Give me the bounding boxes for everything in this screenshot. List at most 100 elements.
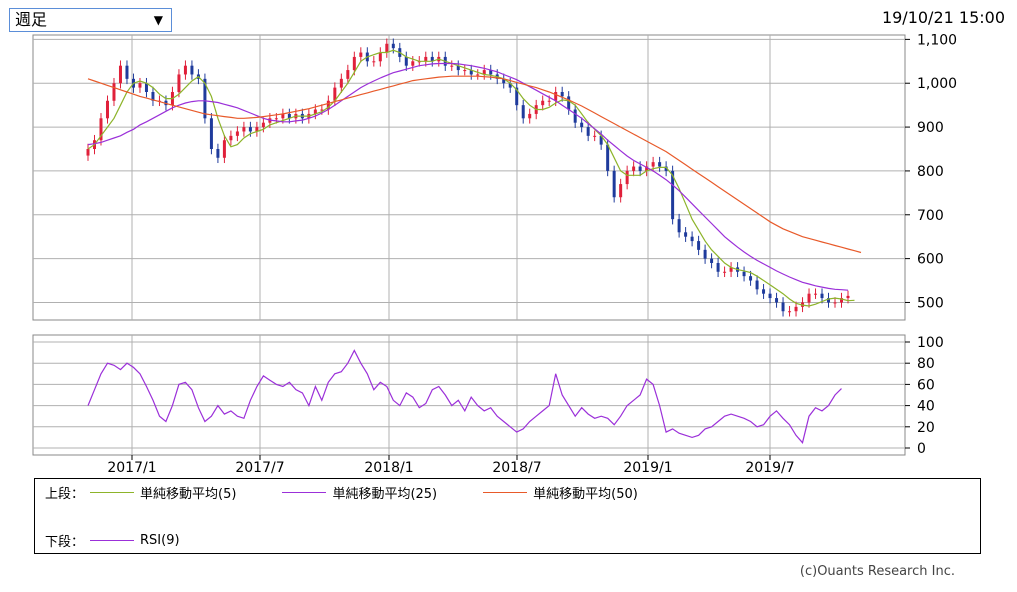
candle-body bbox=[352, 56, 356, 71]
candle-body bbox=[391, 43, 395, 49]
price-tick-label: 1,100 bbox=[917, 32, 957, 48]
legend-label-sma25: 単純移動平均(25) bbox=[332, 487, 438, 502]
price-panel-frame bbox=[32, 34, 906, 321]
candle-body bbox=[554, 92, 558, 101]
candle-body bbox=[248, 127, 252, 132]
candle-body bbox=[807, 293, 811, 303]
price-tick-label: 500 bbox=[917, 295, 944, 311]
candle-body bbox=[788, 311, 792, 313]
candle-body bbox=[177, 74, 181, 92]
candle-body bbox=[242, 127, 246, 132]
candle-body bbox=[573, 109, 577, 123]
candle-body bbox=[619, 184, 623, 198]
candle-body bbox=[385, 43, 389, 53]
candle-body bbox=[183, 65, 187, 75]
candle-body bbox=[567, 96, 571, 110]
x-tick-label: 2018/7 bbox=[492, 460, 541, 476]
candle-body bbox=[476, 74, 480, 76]
candle-body bbox=[112, 83, 116, 101]
candle-body bbox=[138, 83, 142, 88]
legend-item-sma50: 単純移動平均(50) bbox=[477, 483, 638, 502]
candle-body bbox=[339, 78, 343, 88]
candle-body bbox=[697, 241, 701, 250]
candle-body bbox=[846, 295, 850, 299]
candle-body bbox=[560, 92, 564, 97]
candle-body bbox=[541, 100, 545, 106]
candle-body bbox=[690, 236, 694, 242]
x-axis: 2017/1 2017/7 2018/1 2018/7 2019/1 2019/7 bbox=[107, 455, 795, 476]
rsi-tick-label: 20 bbox=[917, 420, 935, 436]
candle-body bbox=[586, 127, 590, 136]
candle-body bbox=[833, 302, 837, 304]
rsi-tick-label: 100 bbox=[917, 335, 944, 351]
rsi-tick-label: 60 bbox=[917, 377, 935, 393]
legend-box: 上段： 単純移動平均(5) 単純移動平均(25) 単純移動平均(50) 下段： … bbox=[34, 478, 981, 554]
candle-body bbox=[593, 135, 597, 137]
candle-body bbox=[710, 258, 714, 263]
rsi-panel: 0 20 40 60 80 100 bbox=[32, 334, 944, 457]
legend-label-sma50: 単純移動平均(50) bbox=[533, 487, 638, 502]
candle-body bbox=[703, 249, 707, 259]
legend-row-upper: 上段： 単純移動平均(5) 単純移動平均(25) 単純移動平均(50) bbox=[45, 483, 678, 502]
candle-body bbox=[450, 65, 454, 67]
candle-body bbox=[632, 166, 636, 171]
legend-swatch-sma25 bbox=[282, 492, 327, 493]
candle-body bbox=[261, 122, 265, 128]
candle-body bbox=[411, 61, 415, 66]
candle-body bbox=[638, 166, 642, 171]
candle-body bbox=[762, 289, 766, 294]
candle-body bbox=[229, 135, 233, 141]
legend-upper-label: 上段： bbox=[45, 487, 85, 502]
x-tick-label: 2017/7 bbox=[235, 460, 284, 476]
legend-label-rsi: RSI(9) bbox=[140, 533, 180, 548]
candle-body bbox=[723, 271, 727, 273]
candle-body bbox=[528, 113, 532, 119]
candle-body bbox=[814, 293, 818, 295]
x-tick-label: 2017/1 bbox=[107, 460, 156, 476]
candle-body bbox=[820, 293, 824, 299]
price-tick-label: 800 bbox=[917, 164, 944, 180]
candle-body bbox=[190, 65, 194, 75]
rsi-tick-label: 80 bbox=[917, 356, 935, 372]
candle-body bbox=[781, 302, 785, 312]
candle-body bbox=[742, 271, 746, 277]
candle-body bbox=[125, 65, 129, 79]
legend-swatch-sma5 bbox=[90, 492, 135, 493]
candle-body bbox=[118, 65, 122, 84]
candle-body bbox=[749, 276, 753, 281]
price-tick-label: 1,000 bbox=[917, 76, 957, 92]
candle-body bbox=[372, 61, 376, 63]
candle-body bbox=[235, 131, 239, 136]
price-panel: 500 600 700 800 900 1,000 1,100 bbox=[32, 32, 957, 321]
candle-body bbox=[755, 280, 759, 290]
candle-body bbox=[580, 122, 584, 128]
candle-body bbox=[105, 100, 109, 119]
candle-body bbox=[404, 56, 408, 66]
candle-body bbox=[716, 263, 720, 272]
candle-body bbox=[222, 140, 226, 158]
candle-body bbox=[547, 100, 551, 102]
candle-body bbox=[677, 219, 681, 233]
rsi-tick-label: 0 bbox=[917, 441, 926, 457]
legend-row-lower: 下段： RSI(9) bbox=[45, 531, 220, 550]
price-tick-label: 600 bbox=[917, 252, 944, 268]
legend-swatch-sma50 bbox=[483, 492, 528, 493]
candle-body bbox=[684, 232, 688, 237]
price-tick-label: 900 bbox=[917, 120, 944, 136]
candle-body bbox=[86, 149, 90, 156]
x-tick-label: 2018/1 bbox=[364, 460, 413, 476]
candle-body bbox=[424, 56, 428, 62]
candle-body bbox=[463, 70, 467, 72]
price-tick-label: 700 bbox=[917, 208, 944, 224]
legend-swatch-rsi bbox=[90, 540, 135, 541]
x-tick-label: 2019/7 bbox=[745, 460, 794, 476]
candle-body bbox=[521, 105, 525, 119]
candle-body bbox=[346, 70, 350, 79]
candle-body bbox=[658, 162, 662, 167]
legend-lower-label: 下段： bbox=[45, 535, 85, 550]
candle-body bbox=[274, 118, 278, 120]
legend-item-sma25: 単純移動平均(25) bbox=[276, 483, 437, 502]
candle-body bbox=[775, 298, 779, 303]
candle-body bbox=[768, 293, 772, 299]
legend-item-sma5: 単純移動平均(5) bbox=[84, 483, 236, 502]
